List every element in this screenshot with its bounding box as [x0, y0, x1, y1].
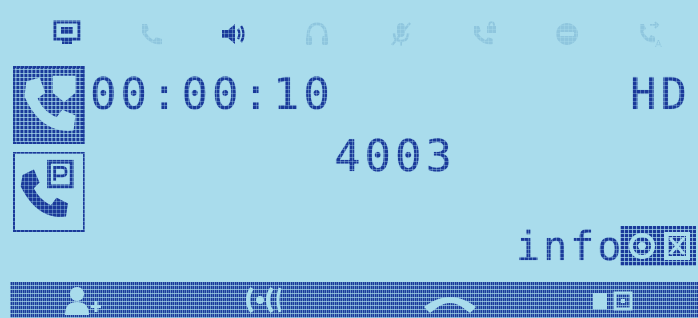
active-call-icon[interactable] — [13, 66, 85, 144]
softkey-bar — [10, 282, 698, 318]
end-call-icon[interactable] — [410, 282, 490, 318]
call-duration: 00:00:10 — [90, 69, 334, 120]
svg-text:A: A — [655, 39, 662, 49]
headset-icon — [300, 18, 334, 50]
status-bar: A — [10, 10, 698, 58]
dnd-icon — [550, 18, 584, 50]
auto-answer-icon: A — [634, 18, 668, 50]
more-options-icon[interactable] — [575, 282, 655, 318]
parked-call-icon[interactable] — [13, 152, 85, 232]
hd-badge: HD — [630, 69, 691, 120]
mute-mic-icon — [384, 18, 418, 50]
lcd-screen: A 00:00:10 HD 4003 info — [0, 0, 698, 318]
hold-call-icon[interactable] — [225, 282, 305, 318]
caller-number: 4003 — [334, 131, 456, 182]
speaker-icon — [217, 18, 251, 50]
info-badge-icon[interactable] — [620, 226, 696, 266]
network-icon — [50, 18, 84, 50]
call-lock-icon — [468, 18, 502, 50]
phone-icon — [134, 18, 168, 50]
add-contact-icon[interactable] — [40, 282, 120, 318]
info-label: info — [516, 224, 625, 270]
